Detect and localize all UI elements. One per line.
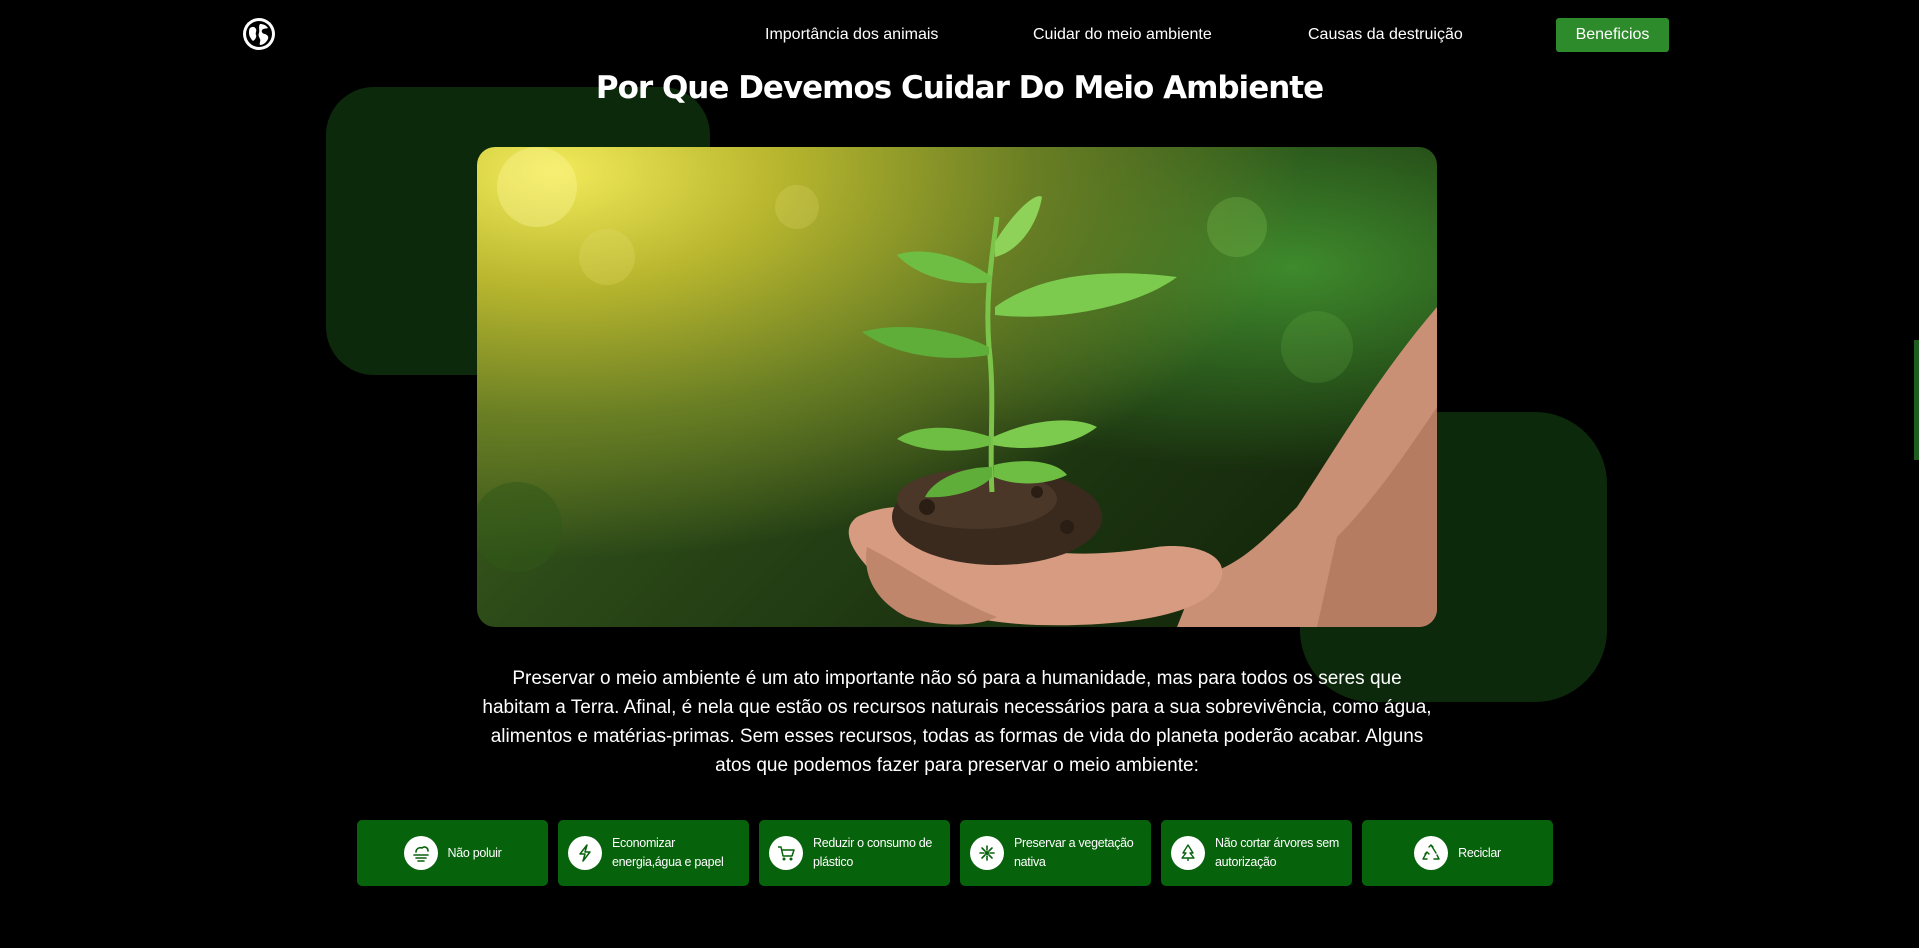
- cart-icon: [769, 836, 803, 870]
- action-card-label: Preservar a vegetação nativa: [1014, 836, 1134, 869]
- tree-icon: [1171, 836, 1205, 870]
- recycle-icon: [1414, 836, 1449, 870]
- action-card-label: Reciclar: [1458, 845, 1501, 860]
- nav-link-meio-ambiente[interactable]: Cuidar do meio ambiente: [1033, 18, 1212, 52]
- action-card-label: Não cortar árvores sem autorização: [1215, 836, 1339, 869]
- action-card-reciclar[interactable]: Reciclar: [1362, 820, 1553, 886]
- nav-link-causas[interactable]: Causas da destruição: [1308, 18, 1463, 52]
- section-description: Preservar o meio ambiente é um ato impor…: [482, 668, 1432, 776]
- action-card-label: Reduzir o consumo de plástico: [813, 836, 933, 869]
- action-cards: Não poluir Economizar energia,água e pap…: [357, 820, 1553, 886]
- main-nav: Importância dos animais Cuidar do meio a…: [0, 18, 1919, 52]
- action-card-nao-poluir[interactable]: Não poluir: [357, 820, 548, 886]
- action-card-vegetacao[interactable]: Preservar a vegetação nativa: [960, 820, 1151, 886]
- leaf-icon: [970, 836, 1004, 870]
- scrollbar-thumb[interactable]: [1914, 340, 1919, 460]
- action-card-label: Não poluir: [447, 845, 502, 860]
- action-card-label: Economizar energia,água e papel: [612, 836, 724, 869]
- nav-link-animais[interactable]: Importância dos animais: [765, 18, 938, 52]
- lightning-icon: [568, 836, 602, 870]
- section-title: Por Que Devemos Cuidar Do Meio Ambiente: [595, 70, 1324, 106]
- smog-icon: [403, 836, 438, 870]
- action-card-arvores[interactable]: Não cortar árvores sem autorização: [1161, 820, 1352, 886]
- beneficios-button[interactable]: Beneficios: [1556, 18, 1669, 52]
- action-card-plastico[interactable]: Reduzir o consumo de plástico: [759, 820, 950, 886]
- hero-image: [477, 147, 1437, 627]
- action-card-economizar[interactable]: Economizar energia,água e papel: [558, 820, 749, 886]
